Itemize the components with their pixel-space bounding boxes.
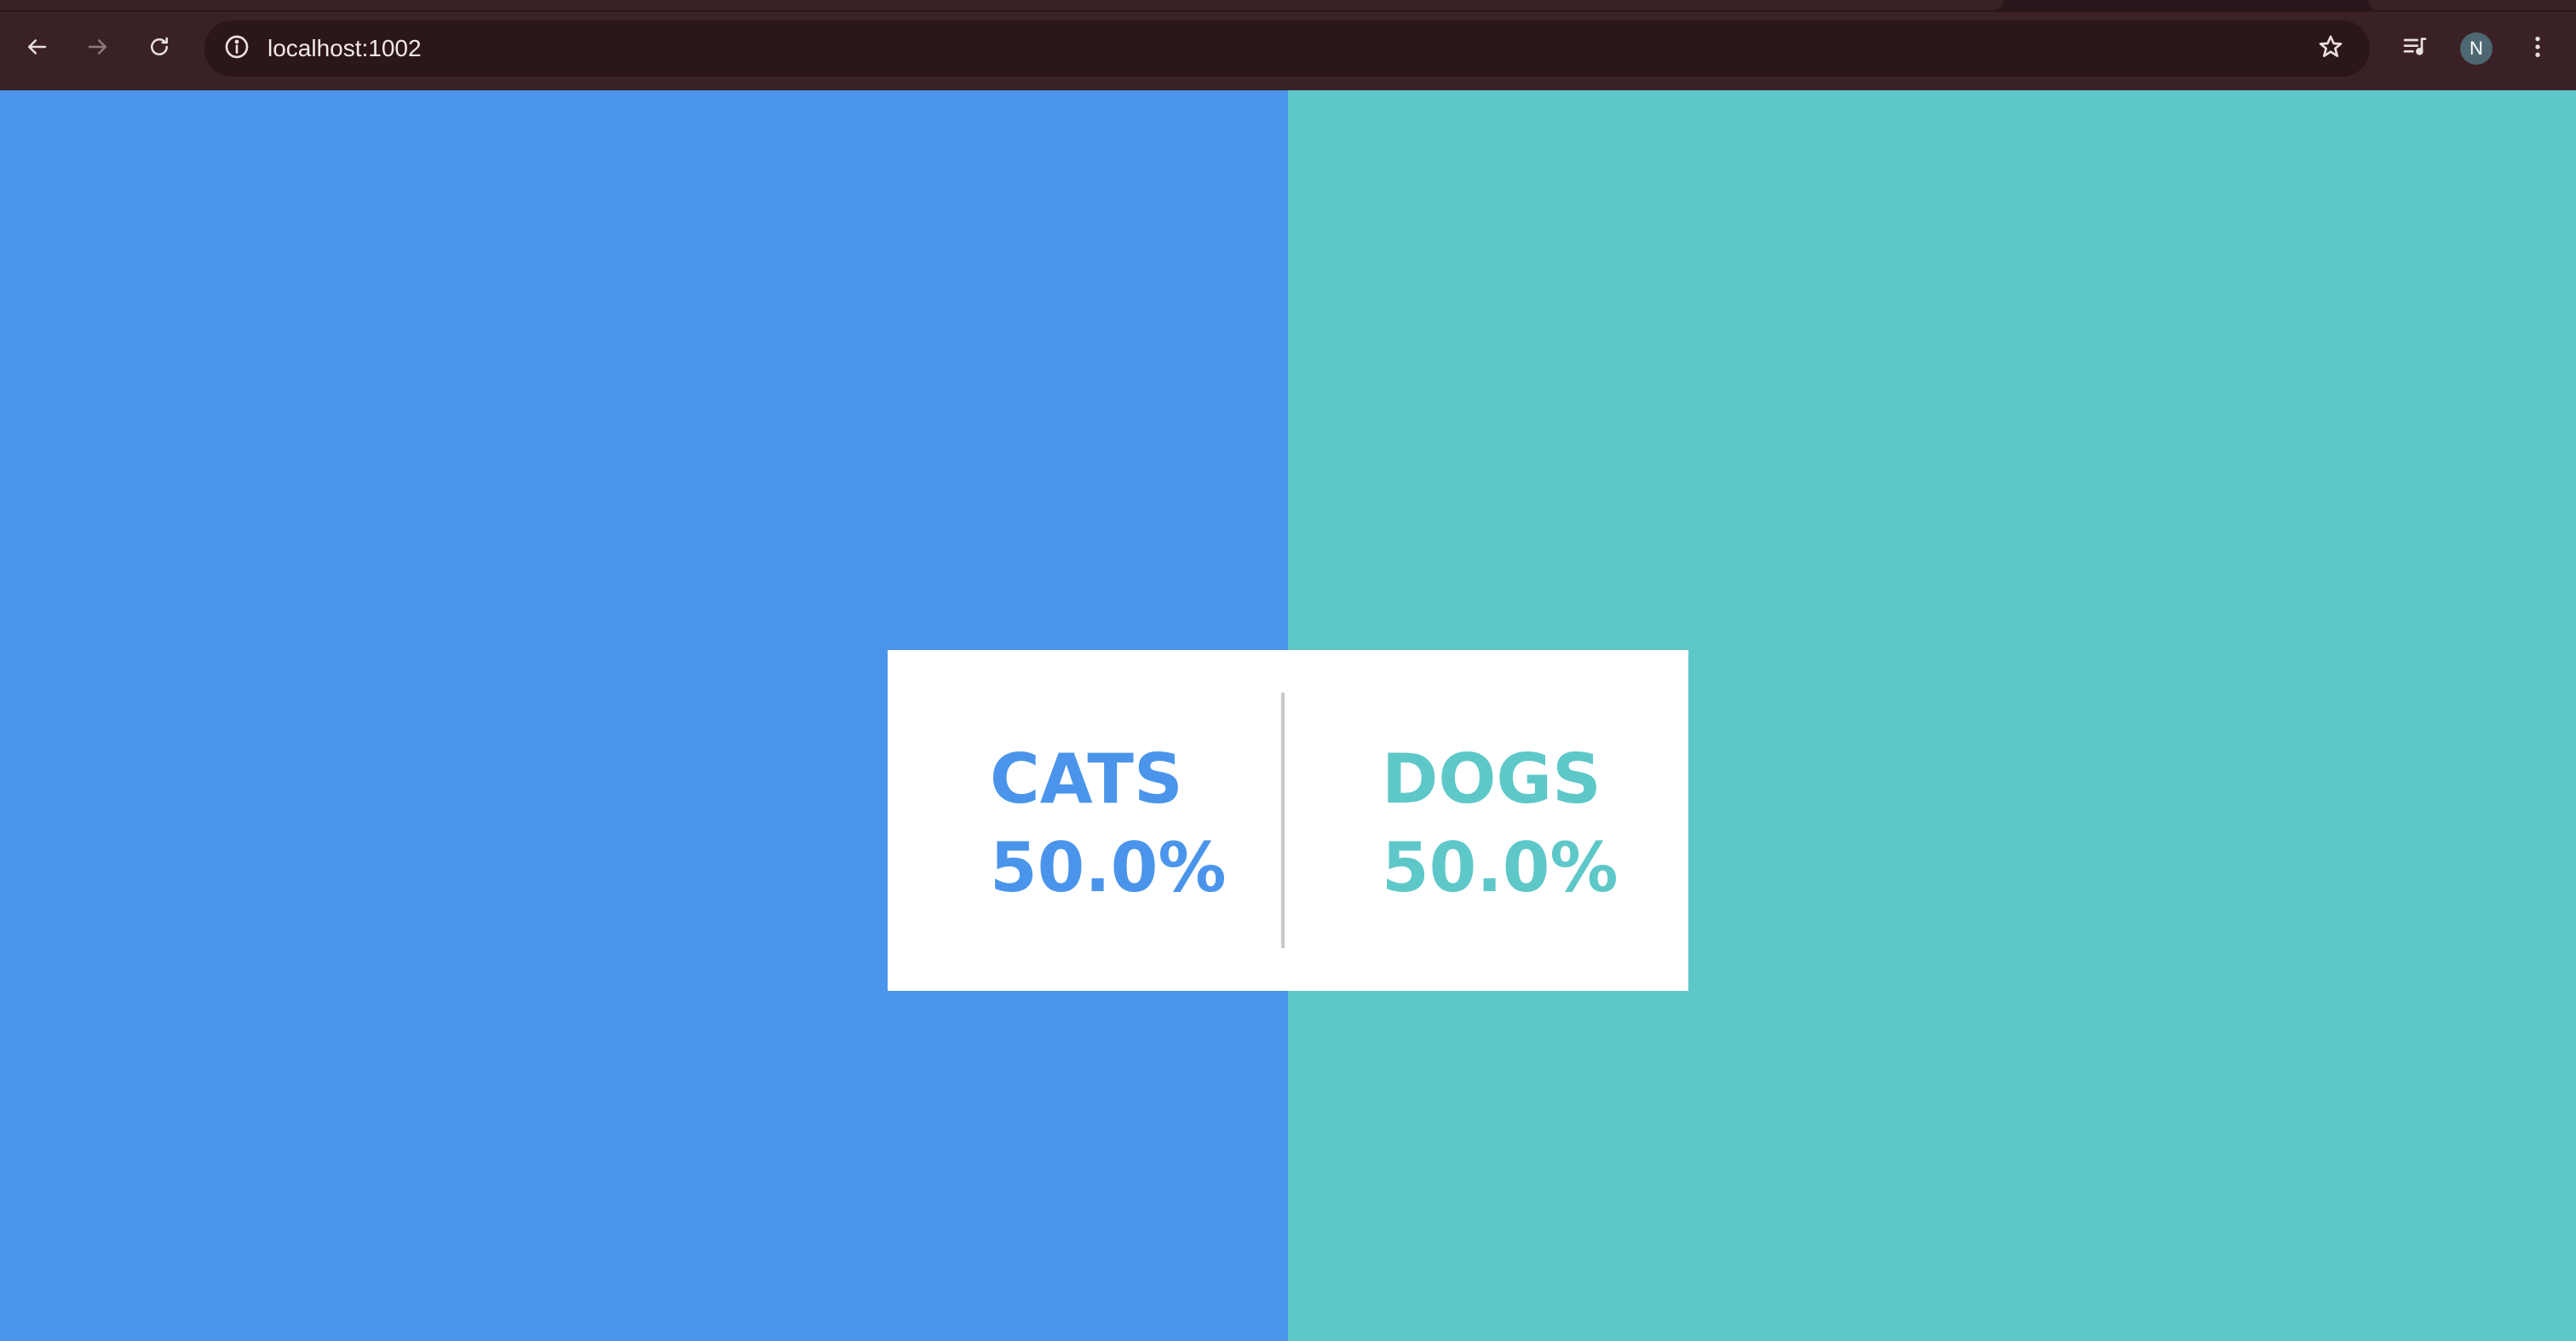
page-content: CATS 50.0% DOGS 50.0% bbox=[0, 90, 2576, 1341]
arrow-left-icon bbox=[24, 34, 49, 63]
kebab-menu-icon bbox=[2524, 33, 2551, 64]
tab-strip-edge bbox=[2368, 0, 2576, 10]
site-info-button[interactable] bbox=[220, 32, 254, 66]
profile-avatar[interactable]: N bbox=[2460, 32, 2493, 65]
dogs-label: DOGS bbox=[1382, 740, 1601, 819]
cats-result: CATS 50.0% bbox=[888, 650, 1288, 991]
reload-icon bbox=[147, 34, 172, 63]
back-button[interactable] bbox=[14, 26, 60, 72]
address-bar[interactable]: localhost:1002 bbox=[204, 20, 2370, 77]
url-text[interactable]: localhost:1002 bbox=[267, 20, 422, 77]
media-controls-button[interactable] bbox=[2392, 26, 2438, 72]
tab-strip bbox=[0, 0, 2576, 12]
profile-initial: N bbox=[2470, 37, 2483, 59]
tab-strip-edge bbox=[0, 0, 2004, 10]
forward-button[interactable] bbox=[75, 26, 121, 72]
dogs-result: DOGS 50.0% bbox=[1288, 650, 1688, 991]
browser-toolbar: localhost:1002 N bbox=[0, 0, 2576, 90]
bookmark-button[interactable] bbox=[2314, 32, 2348, 66]
cats-label: CATS bbox=[990, 740, 1183, 819]
results-card: CATS 50.0% DOGS 50.0% bbox=[888, 650, 1688, 991]
dogs-percent: 50.0% bbox=[1382, 828, 1619, 907]
browser-menu-button[interactable] bbox=[2515, 26, 2561, 72]
reload-button[interactable] bbox=[136, 26, 182, 72]
star-icon bbox=[2317, 33, 2344, 64]
info-circle-icon bbox=[223, 33, 250, 64]
cats-percent: 50.0% bbox=[990, 828, 1227, 907]
results-divider bbox=[1281, 693, 1285, 948]
arrow-right-icon bbox=[85, 34, 111, 63]
media-queue-icon bbox=[2401, 33, 2429, 64]
